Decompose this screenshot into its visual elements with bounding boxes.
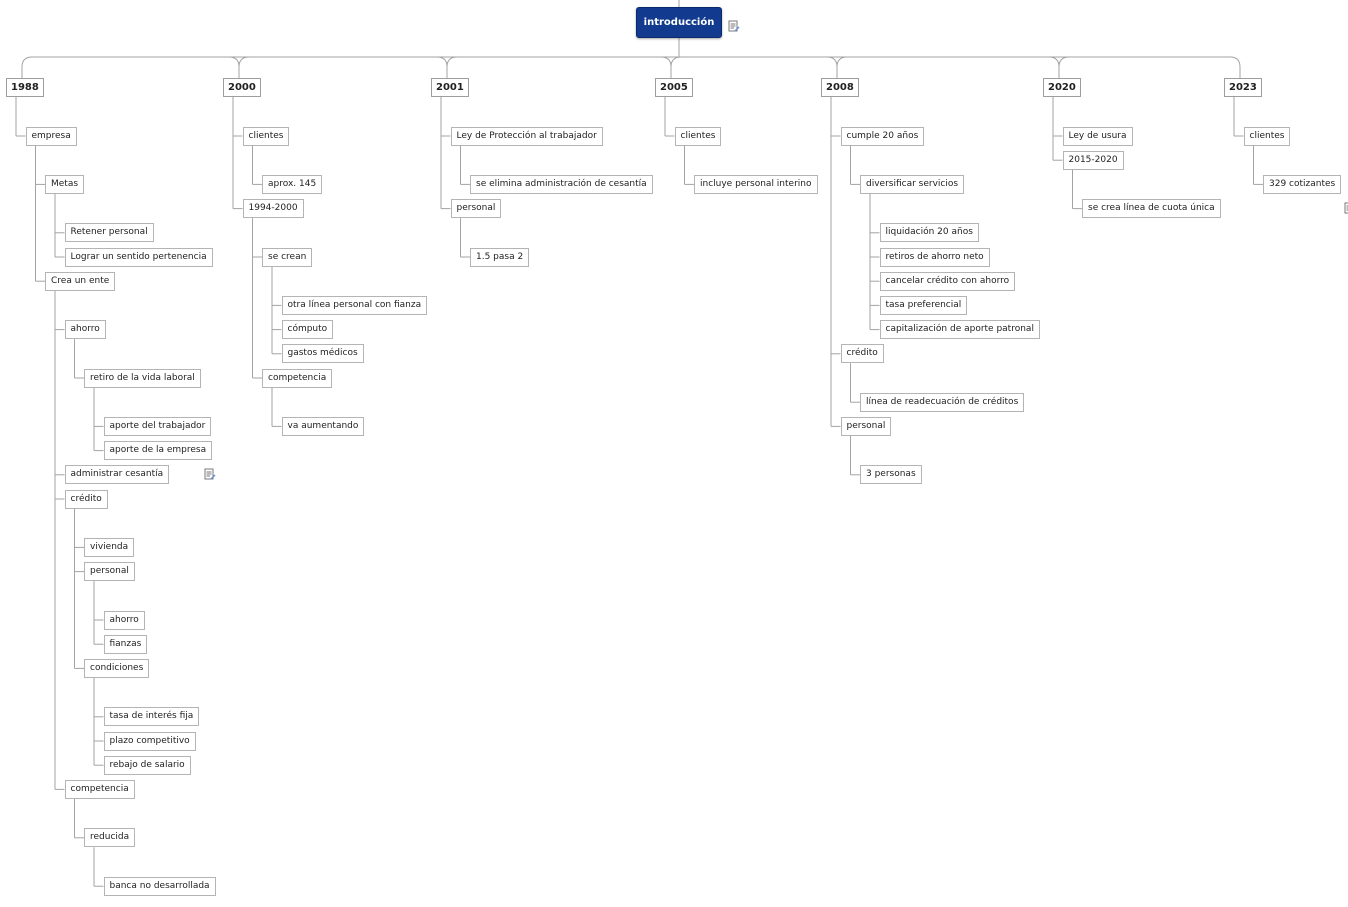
branch-connector [436,56,448,78]
subtopic[interactable]: 329 cotizantes [1263,174,1342,194]
subtopic[interactable]: personal [840,416,892,436]
subtopic[interactable]: banca no desarrollada [103,876,216,896]
subtopic[interactable]: se elimina administración de cesantía [470,174,653,194]
subtopic[interactable]: capitalización de aporte patronal [879,320,1040,340]
subtopic[interactable]: línea de readecuación de créditos [860,392,1025,412]
year-topic[interactable]: 2005 [655,78,693,97]
year-topic[interactable]: 1988 [6,78,44,97]
subtopic[interactable]: cancelar crédito con ahorro [879,271,1016,291]
subtopic[interactable]: crédito [840,344,884,364]
subtopic[interactable]: va aumentando [281,416,365,436]
subtopic[interactable]: condiciones [84,658,150,678]
subtopic[interactable]: otra línea personal con fianza [281,295,428,315]
subtopic[interactable]: tasa preferencial [879,295,968,315]
subtopic[interactable]: Crea un ente [45,271,116,291]
subtopic[interactable]: empresa [25,126,77,146]
subtopic[interactable]: gastos médicos [281,344,364,364]
year-topic[interactable]: 2008 [821,78,859,97]
subtopic[interactable]: aporte del trabajador [103,416,212,436]
subtopic[interactable]: Metas [45,174,85,194]
subtopic[interactable]: aporte de la empresa [103,441,213,461]
note-icon[interactable] [204,468,216,481]
branch-connector [1048,56,1060,78]
subtopic[interactable]: cómputo [281,320,334,340]
subtopic[interactable]: tasa de interés fija [103,707,200,727]
subtopic[interactable]: reducida [84,828,136,848]
subtopic[interactable]: 2015-2020 [1062,150,1124,170]
subtopic[interactable]: diversificar servicios [860,174,965,194]
subtopic[interactable]: cumple 20 años [840,126,925,146]
subtopic[interactable]: ahorro [64,320,106,340]
subtopic[interactable]: 1994-2000 [242,199,304,219]
subtopic[interactable]: Retener personal [64,223,154,243]
subtopic[interactable]: retiro de la vida laboral [84,368,201,388]
subtopic[interactable]: personal [450,199,502,219]
subtopic[interactable]: 3 personas [860,465,922,485]
branch-connector [670,56,682,68]
subtopic[interactable]: Ley de usura [1062,126,1133,146]
subtopic[interactable]: retiros de ahorro neto [879,247,990,267]
subtopic[interactable]: liquidación 20 años [879,223,979,243]
subtopic[interactable]: Lograr un sentido pertenencia [64,247,213,267]
subtopic[interactable]: personal [84,562,135,582]
subtopic[interactable]: clientes [674,126,722,146]
branch-connector [660,56,672,78]
year-topic[interactable]: 2020 [1043,78,1081,97]
subtopic[interactable]: incluye personal interino [694,174,818,194]
subtopic[interactable]: competencia [262,368,333,388]
branch-connector [238,56,250,68]
mind-map-canvas: introducción 1988 empresa Metas Retener per… [0,0,1348,907]
subtopic[interactable]: clientes [1243,126,1291,146]
note-icon[interactable] [1344,202,1348,215]
subtopic[interactable]: rebajo de salario [103,755,191,775]
subtopic[interactable]: crédito [64,489,108,509]
branch-connector [836,56,848,68]
branch-connector [1058,56,1070,68]
year-topic[interactable]: 2000 [223,78,261,97]
subtopic[interactable]: competencia [64,779,135,799]
subtopic[interactable]: plazo competitivo [103,731,196,751]
year-topic[interactable]: 2001 [431,78,469,97]
subtopic[interactable]: vivienda [84,537,135,557]
subtopic[interactable]: aprox. 145 [262,174,323,194]
subtopic[interactable]: ahorro [103,610,145,630]
root-topic[interactable]: introducción [636,7,722,38]
subtopic[interactable]: clientes [242,126,290,146]
subtopic[interactable]: se crea línea de cuota única [1082,199,1221,219]
subtopic[interactable]: se crean [262,247,313,267]
branch-connector [446,56,458,68]
subtopic[interactable]: Ley de Protección al trabajador [450,126,603,146]
subtopic[interactable]: fianzas [103,634,148,654]
note-icon[interactable] [728,20,740,33]
branch-connector [228,56,240,78]
subtopic[interactable]: administrar cesantía [64,465,170,485]
year-topic[interactable]: 2023 [1224,78,1262,97]
branch-connector [826,56,838,78]
subtopic[interactable]: 1.5 pasa 2 [470,247,530,267]
